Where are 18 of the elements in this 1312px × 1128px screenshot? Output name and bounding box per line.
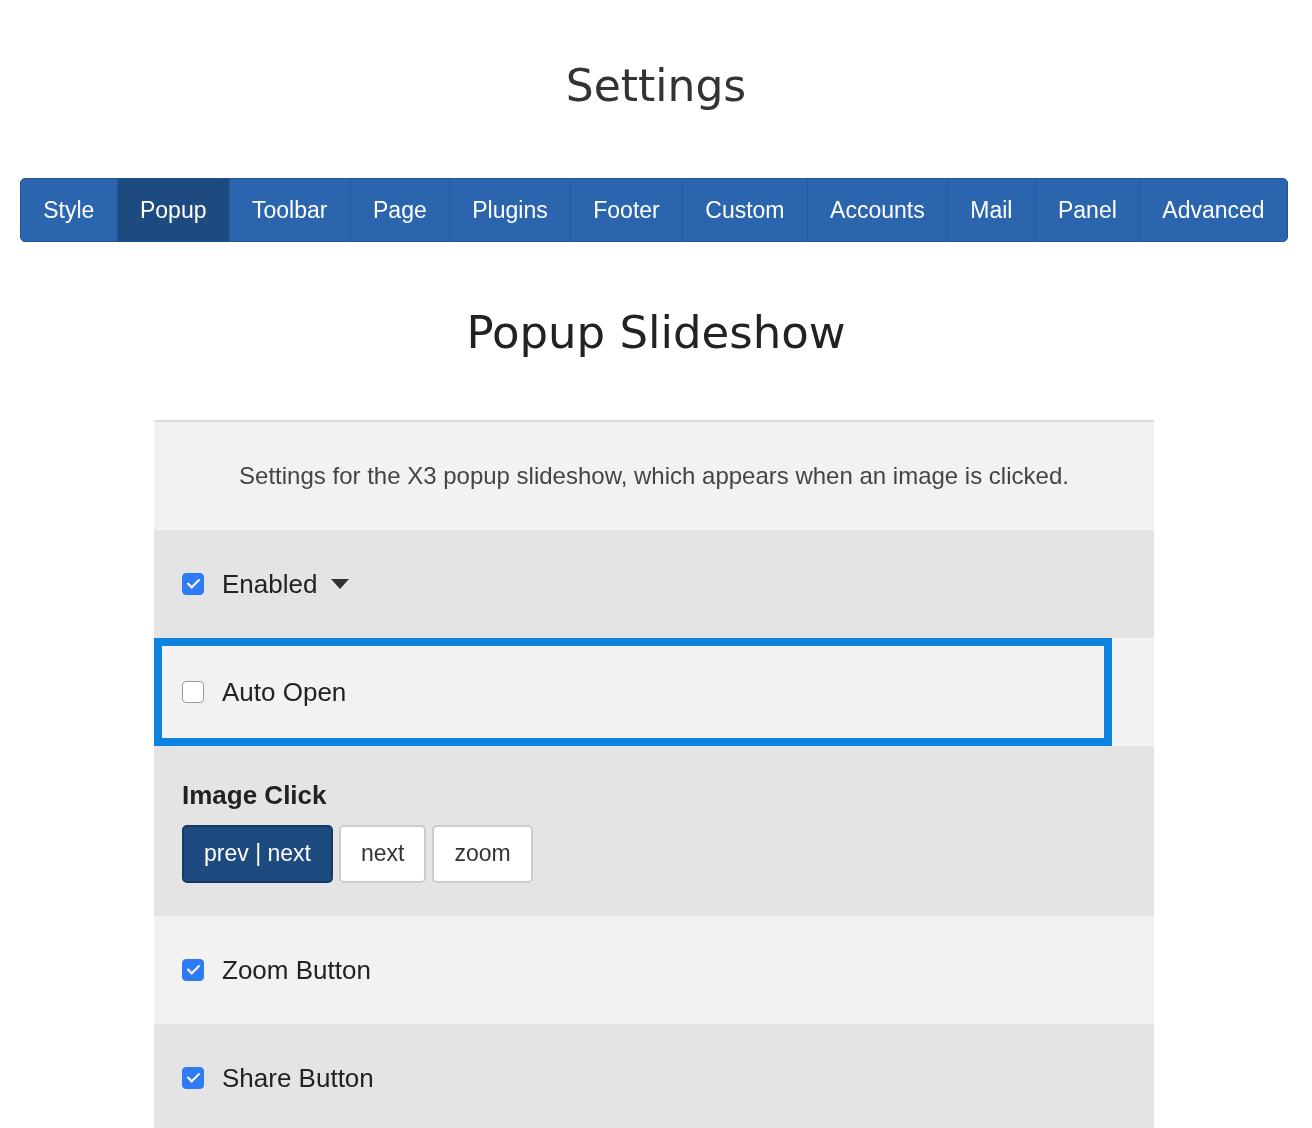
checkbox-label: Auto Open bbox=[222, 676, 347, 708]
checkbox[interactable] bbox=[182, 681, 204, 703]
page-title: Settings bbox=[564, 59, 748, 113]
option-label: Image Click bbox=[182, 779, 327, 811]
checkbox[interactable] bbox=[182, 1067, 204, 1089]
tab[interactable]: Style bbox=[21, 179, 118, 241]
section-heading: Popup Slideshow bbox=[465, 305, 847, 361]
option-button[interactable]: zoom bbox=[432, 824, 533, 883]
option-button[interactable]: next bbox=[339, 824, 427, 883]
caret-icon[interactable] bbox=[331, 579, 350, 589]
checkbox[interactable] bbox=[182, 573, 204, 595]
checkbox-label: Share Button bbox=[222, 1062, 374, 1094]
checkbox-label: Zoom Button bbox=[222, 954, 371, 986]
checkbox-label: Enabled bbox=[222, 568, 318, 600]
option-button[interactable]: prev | next bbox=[182, 824, 333, 883]
description-text: Settings for the X3 popup slideshow, which appears when an image is clicked. bbox=[239, 462, 1069, 490]
checkbox[interactable] bbox=[182, 959, 204, 981]
tab[interactable]: Popup bbox=[117, 179, 230, 241]
